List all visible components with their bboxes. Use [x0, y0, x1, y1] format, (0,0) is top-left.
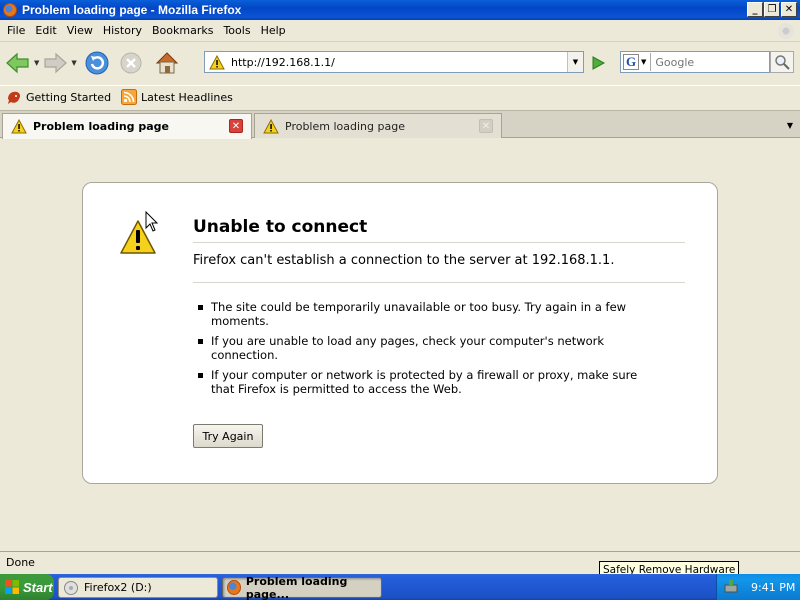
tab-problem-loading-active[interactable]: Problem loading page ✕	[2, 113, 252, 139]
windows-logo-icon	[5, 580, 19, 594]
search-engine-dropdown-icon[interactable]: ▼	[641, 58, 646, 66]
close-button[interactable]: ✕	[781, 2, 797, 17]
menu-help[interactable]: Help	[256, 24, 291, 37]
navigation-toolbar: ▼ ▼ http://192.168.1.1/ ▼ G ▼ Google	[0, 43, 800, 83]
bookmarks-toolbar: Getting Started Latest Headlines	[0, 85, 800, 108]
menu-bookmarks[interactable]: Bookmarks	[147, 24, 218, 37]
warning-icon	[263, 118, 279, 133]
clock[interactable]: 9:41 PM	[751, 581, 795, 594]
rss-feed-icon	[121, 89, 138, 105]
mouse-cursor-icon	[145, 211, 159, 232]
google-engine-icon[interactable]: G	[623, 54, 639, 70]
window-controls: _ ❐ ✕	[747, 2, 797, 17]
tab-label: Problem loading page	[33, 120, 170, 133]
taskbar-item-firefox2-drive[interactable]: Firefox2 (D:)	[58, 577, 218, 598]
search-button[interactable]	[770, 51, 794, 73]
stop-icon	[120, 52, 142, 74]
throbber-icon	[778, 23, 794, 39]
firefox-icon	[3, 3, 17, 17]
back-arrow-icon	[6, 52, 29, 74]
bookmark-getting-started[interactable]: Getting Started	[6, 89, 111, 105]
taskbar-item-problem-loading[interactable]: Problem loading page...	[222, 574, 382, 600]
system-tray: 9:41 PM	[716, 574, 800, 600]
window-titlebar[interactable]: Problem loading page - Mozilla Firefox _…	[0, 0, 800, 20]
menubar: File Edit View History Bookmarks Tools H…	[0, 20, 800, 42]
warning-icon	[11, 119, 27, 134]
task-label: Firefox2 (D:)	[84, 581, 152, 594]
error-title: Unable to connect	[193, 217, 685, 243]
error-suggestions: The site could be temporarily unavailabl…	[193, 300, 653, 402]
reload-icon	[85, 51, 109, 75]
list-item: The site could be temporarily unavailabl…	[193, 300, 653, 328]
window-title: Problem loading page - Mozilla Firefox	[22, 3, 242, 17]
list-item: If your computer or network is protected…	[193, 368, 653, 396]
tab-strip: Problem loading page ✕ Problem loading p…	[0, 110, 800, 139]
tab-close-icon[interactable]: ✕	[479, 119, 493, 133]
tab-close-icon[interactable]: ✕	[229, 119, 243, 133]
back-history-dropdown-icon[interactable]: ▼	[34, 59, 39, 67]
go-arrow-icon	[592, 56, 606, 70]
url-bar[interactable]: http://192.168.1.1/ ▼	[204, 51, 584, 73]
firefox-getting-started-icon	[8, 91, 21, 104]
safely-remove-hardware-icon[interactable]	[723, 579, 739, 595]
search-bar: G ▼	[620, 51, 770, 73]
start-label: Start	[23, 579, 53, 595]
magnifier-icon	[775, 55, 790, 70]
menu-tools[interactable]: Tools	[218, 24, 255, 37]
tab-problem-loading[interactable]: Problem loading page ✕	[254, 113, 502, 138]
menu-file[interactable]: File	[2, 24, 30, 37]
stop-button[interactable]	[117, 49, 145, 77]
minimize-button[interactable]: _	[747, 2, 763, 17]
url-text[interactable]: http://192.168.1.1/	[231, 56, 335, 69]
forward-history-dropdown-icon[interactable]: ▼	[71, 59, 76, 67]
back-button[interactable]	[4, 49, 32, 77]
error-box: Unable to connect Firefox can't establis…	[82, 182, 718, 484]
page-content: Unable to connect Firefox can't establis…	[0, 139, 800, 551]
error-description: Firefox can't establish a connection to …	[193, 253, 685, 283]
drive-icon	[64, 580, 78, 595]
bookmark-latest-headlines[interactable]: Latest Headlines	[121, 89, 233, 105]
reload-button[interactable]	[83, 49, 111, 77]
start-button[interactable]: Start	[0, 574, 54, 600]
menu-view[interactable]: View	[62, 24, 98, 37]
firefox-icon	[227, 580, 241, 595]
warning-icon	[209, 54, 225, 69]
url-history-dropdown-icon[interactable]: ▼	[567, 52, 583, 72]
forward-button[interactable]	[41, 49, 69, 77]
try-again-button[interactable]: Try Again	[193, 424, 263, 448]
search-divider	[650, 53, 652, 71]
forward-arrow-icon	[44, 52, 68, 74]
menu-edit[interactable]: Edit	[30, 24, 61, 37]
tab-label: Problem loading page	[285, 119, 405, 133]
list-item: If you are unable to load any pages, che…	[193, 334, 653, 362]
task-label: Problem loading page...	[245, 574, 348, 600]
bookmark-label: Getting Started	[26, 90, 112, 104]
status-text: Done	[6, 556, 35, 569]
home-button[interactable]	[153, 49, 181, 77]
taskbar: Start Firefox2 (D:) Problem loading page…	[0, 574, 800, 600]
tab-list-dropdown-icon[interactable]: ▼	[782, 115, 798, 135]
menu-history[interactable]: History	[98, 24, 147, 37]
home-icon	[155, 52, 178, 74]
go-button[interactable]	[590, 55, 606, 74]
restore-button[interactable]: ❐	[764, 2, 780, 17]
bookmark-label: Latest Headlines	[141, 90, 233, 104]
search-input[interactable]	[655, 55, 766, 69]
